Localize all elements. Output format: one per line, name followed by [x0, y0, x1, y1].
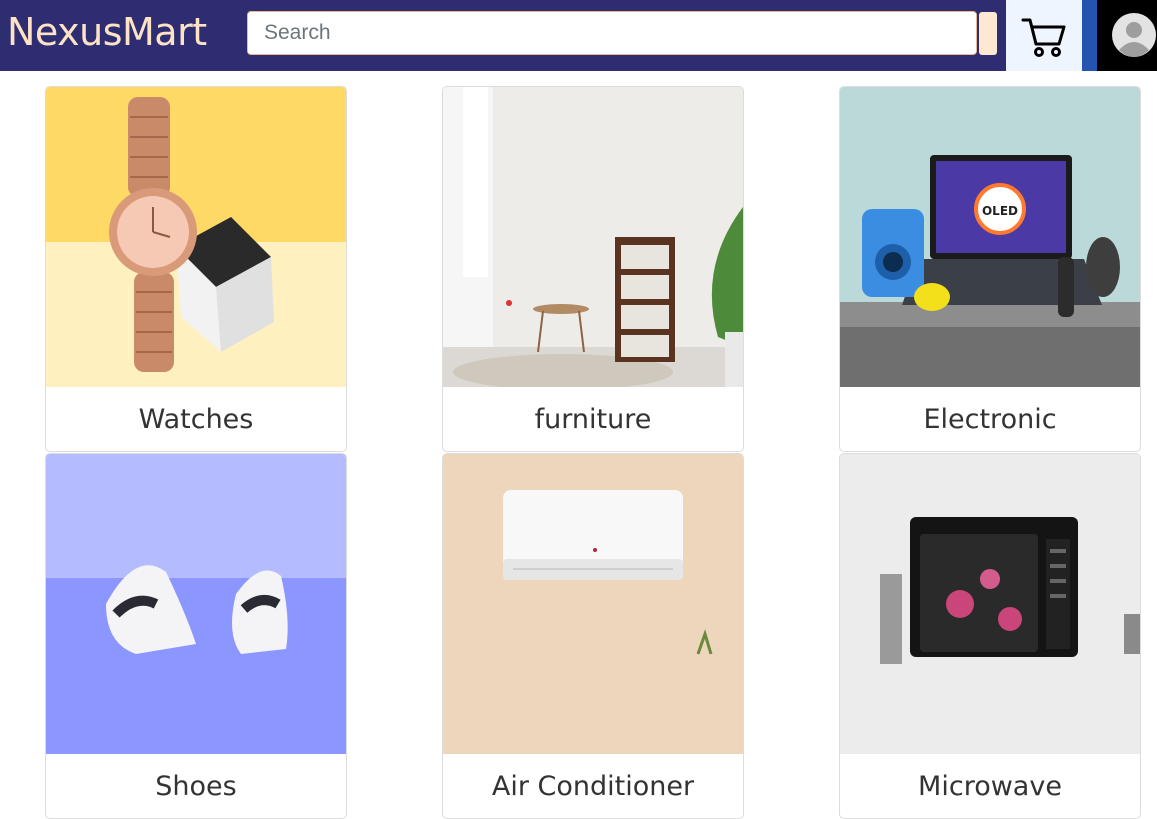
cart-icon — [1021, 18, 1066, 57]
category-title: Electronic — [923, 403, 1057, 435]
category-title: Microwave — [918, 770, 1062, 802]
brand-logo[interactable]: NexusMart — [7, 6, 207, 58]
category-title: Air Conditioner — [491, 770, 695, 802]
category-card-shoes[interactable]: Shoes — [45, 453, 347, 819]
search-button[interactable] — [979, 12, 997, 55]
category-card-electronic[interactable]: OLED Electronic — [839, 86, 1141, 452]
category-title: furniture — [534, 403, 652, 435]
electronic-image: OLED — [840, 87, 1140, 387]
svg-text:OLED: OLED — [982, 204, 1018, 218]
category-card-air-conditioner[interactable]: Air Conditioner — [442, 453, 744, 819]
air-conditioner-image — [443, 454, 743, 754]
profile-button[interactable] — [1097, 0, 1157, 71]
category-card-furniture[interactable]: furniture — [442, 86, 744, 452]
shoes-image — [46, 454, 346, 754]
category-title: Shoes — [155, 770, 237, 802]
furniture-image — [443, 87, 743, 387]
search-input[interactable] — [247, 11, 977, 55]
cart-button[interactable] — [1006, 0, 1082, 71]
nav-divider — [1082, 0, 1097, 71]
top-navbar: NexusMart — [0, 0, 1157, 71]
category-card-watches[interactable]: Watches — [45, 86, 347, 452]
category-title: Watches — [138, 403, 254, 435]
category-card-microwave[interactable]: Microwave — [839, 453, 1141, 819]
microwave-image — [840, 454, 1140, 754]
avatar-icon — [1112, 13, 1156, 57]
watches-image — [46, 87, 346, 387]
